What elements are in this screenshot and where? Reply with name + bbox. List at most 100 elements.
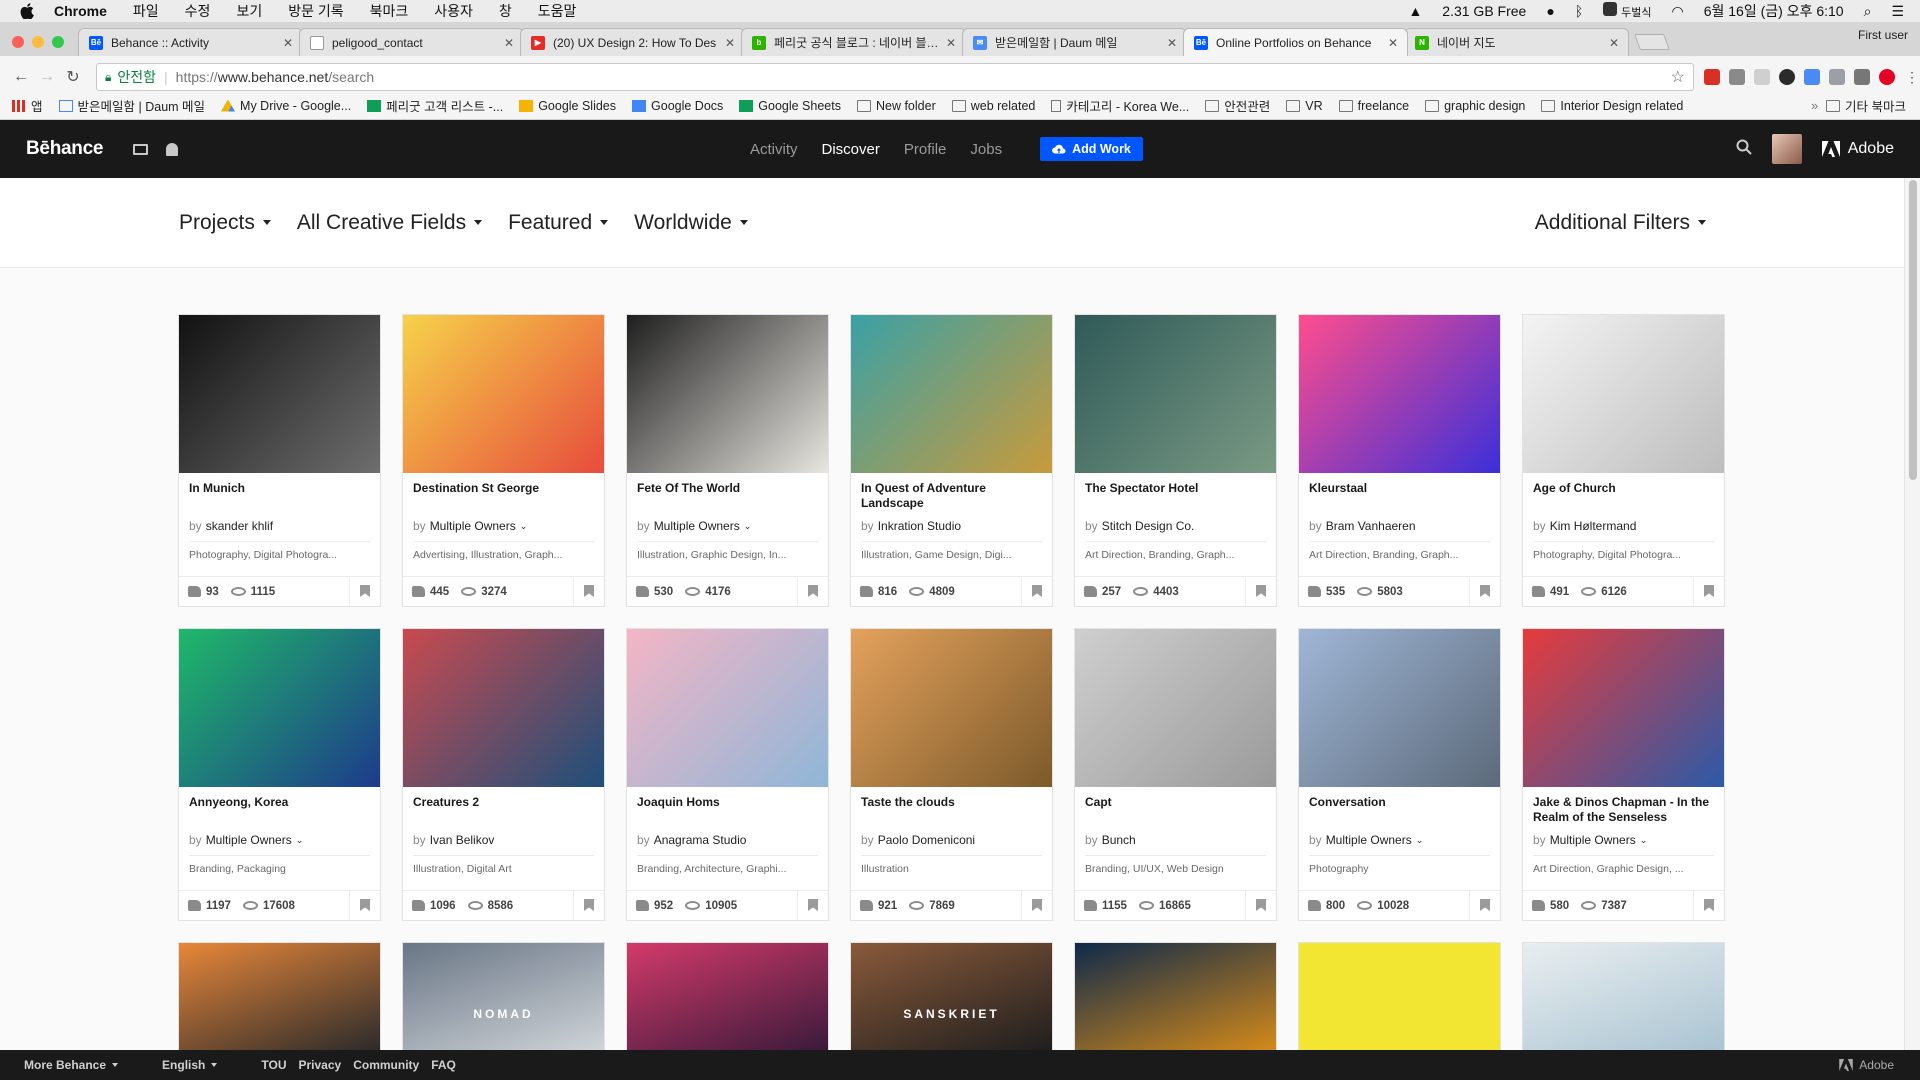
bookmark-folder-interior[interactable]: Interior Design related	[1541, 99, 1683, 113]
bookmark-google-slides[interactable]: Google Slides	[519, 99, 616, 113]
bookmark-icon[interactable]	[1032, 899, 1042, 911]
bell-icon[interactable]	[166, 142, 179, 156]
menu-app-name[interactable]: Chrome	[54, 3, 107, 19]
screen-extension-icon[interactable]	[1829, 69, 1845, 85]
project-thumbnail[interactable]	[403, 629, 604, 787]
project-thumbnail[interactable]	[179, 943, 380, 1050]
project-title[interactable]: In Quest of Adventure Landscape	[851, 481, 1052, 511]
menu-history[interactable]: 방문 기록	[288, 1, 343, 21]
project-thumbnail[interactable]	[1299, 943, 1500, 1050]
nav-activity[interactable]: Activity	[750, 141, 798, 158]
minimize-window-button[interactable]	[32, 36, 44, 48]
project-card[interactable]: The Spectator Hotel by Stitch Design Co. Ar…	[1074, 314, 1277, 607]
project-thumbnail[interactable]: SANSKRIET	[851, 943, 1052, 1050]
project-thumbnail[interactable]	[627, 315, 828, 473]
profile-name[interactable]: First user	[1858, 28, 1908, 42]
reload-icon[interactable]: ↻	[60, 67, 86, 87]
wifi-icon[interactable]: ◠	[1671, 3, 1683, 20]
project-thumbnail[interactable]	[1299, 629, 1500, 787]
close-window-button[interactable]	[12, 36, 24, 48]
bookmark-icon[interactable]	[1256, 899, 1266, 911]
projects-dropdown[interactable]: Projects	[179, 211, 271, 235]
browser-tab[interactable]: b 페리굿 공식 블로그 : 네이버 블로그 ✕	[741, 28, 966, 56]
project-title[interactable]: Jake & Dinos Chapman - In the Realm of t…	[1523, 795, 1724, 825]
bookmark-daum-mail[interactable]: 받은메일함 | Daum 메일	[58, 96, 205, 115]
adobe-link[interactable]: Adobe	[1821, 140, 1894, 158]
back-arrow-icon[interactable]: ←	[8, 68, 34, 86]
chevron-down-icon[interactable]: ⌄	[744, 521, 752, 532]
forward-arrow-icon[interactable]: →	[34, 68, 60, 86]
project-owner[interactable]: by Stitch Design Co.	[1075, 517, 1276, 535]
shield-extension-icon[interactable]	[1854, 69, 1870, 85]
bookmark-icon[interactable]	[1032, 585, 1042, 597]
bookmark-icon[interactable]	[360, 899, 370, 911]
project-card[interactable]: Conversation by Multiple Owners ⌄ Photograph…	[1298, 628, 1501, 921]
bluetooth-icon[interactable]: ᛒ	[1575, 3, 1583, 19]
bookmark-category[interactable]: 카테고리 - Korea We...	[1051, 96, 1189, 115]
nav-discover[interactable]: Discover	[822, 141, 880, 158]
drive-extension-icon[interactable]	[1754, 69, 1770, 85]
more-behance-dropdown[interactable]: More Behance	[24, 1058, 119, 1072]
behance-extension-icon[interactable]	[1804, 69, 1820, 85]
bookmark-other[interactable]: » 기타 북마크	[1811, 96, 1906, 115]
bookmark-icon[interactable]	[360, 585, 370, 597]
close-tab-icon[interactable]: ✕	[1166, 36, 1178, 50]
browser-tab[interactable]: Bē Behance :: Activity ✕	[78, 28, 303, 56]
chevron-down-icon[interactable]: ⌄	[1640, 835, 1648, 846]
project-owner[interactable]: by Multiple Owners ⌄	[1523, 831, 1724, 849]
project-title[interactable]: The Spectator Hotel	[1075, 481, 1276, 511]
project-card[interactable]	[1074, 942, 1277, 1050]
project-title[interactable]: Annyeong, Korea	[179, 795, 380, 825]
chevron-down-icon[interactable]: ⌄	[296, 835, 304, 846]
pinterest-extension-icon[interactable]	[1879, 69, 1895, 85]
chevron-down-icon[interactable]: ⌄	[1416, 835, 1424, 846]
drive-sync-icon[interactable]: ▲	[1408, 3, 1422, 19]
apple-icon[interactable]	[18, 2, 36, 20]
zoom-window-button[interactable]	[52, 36, 64, 48]
lock-icon[interactable]: 🔒︎	[105, 70, 111, 85]
scrollbar-thumb[interactable]	[1909, 180, 1917, 480]
project-title[interactable]: Joaquin Homs	[627, 795, 828, 825]
project-card[interactable]: Kleurstaal by Bram Vanhaeren Art Direction,…	[1298, 314, 1501, 607]
project-thumbnail[interactable]: NOMAD	[403, 943, 604, 1050]
project-title[interactable]: Fete Of The World	[627, 481, 828, 511]
project-owner[interactable]: by Kim Høltermand	[1523, 517, 1724, 535]
project-thumbnail[interactable]	[179, 629, 380, 787]
project-thumbnail[interactable]	[627, 943, 828, 1050]
creative-fields-dropdown[interactable]: All Creative Fields	[297, 211, 483, 235]
bookmark-icon[interactable]	[1704, 899, 1714, 911]
close-tab-icon[interactable]: ✕	[945, 36, 957, 50]
project-thumbnail[interactable]	[627, 629, 828, 787]
project-title[interactable]: Capt	[1075, 795, 1276, 825]
project-owner[interactable]: by Bram Vanhaeren	[1299, 517, 1500, 535]
ime-indicator[interactable]: 두벌식	[1603, 2, 1651, 20]
project-thumbnail[interactable]	[851, 629, 1052, 787]
add-work-button[interactable]: Add Work	[1040, 137, 1143, 161]
close-tab-icon[interactable]: ✕	[1387, 36, 1399, 50]
bookmark-icon[interactable]	[808, 585, 818, 597]
project-card[interactable]	[1522, 942, 1725, 1050]
menu-view[interactable]: 보기	[236, 1, 262, 21]
project-thumbnail[interactable]	[851, 315, 1052, 473]
project-owner[interactable]: by Bunch	[1075, 831, 1276, 849]
footer-link-faq[interactable]: FAQ	[431, 1058, 456, 1072]
project-thumbnail[interactable]	[1075, 315, 1276, 473]
project-card[interactable]: NOMAD	[402, 942, 605, 1050]
page-scrollbar[interactable]	[1904, 178, 1920, 1050]
storage-status[interactable]: 2.31 GB Free	[1442, 3, 1526, 19]
bookmark-apps[interactable]: 앱	[12, 96, 43, 115]
close-tab-icon[interactable]: ✕	[503, 36, 515, 50]
chrome-menu-icon[interactable]: ⋮	[1904, 69, 1920, 85]
language-dropdown[interactable]: English	[162, 1058, 218, 1072]
settings-extension-icon[interactable]	[1729, 69, 1745, 85]
footer-link-tou[interactable]: TOU	[261, 1058, 286, 1072]
bookmark-google-sheets[interactable]: Google Sheets	[739, 99, 841, 113]
footer-link-privacy[interactable]: Privacy	[299, 1058, 342, 1072]
bookmark-icon[interactable]	[1480, 899, 1490, 911]
record-extension-icon[interactable]	[1779, 69, 1795, 85]
project-owner[interactable]: by Inkration Studio	[851, 517, 1052, 535]
project-title[interactable]: Conversation	[1299, 795, 1500, 825]
clock[interactable]: 6월 16일 (금) 오후 6:10	[1704, 1, 1844, 21]
menu-file[interactable]: 파일	[133, 1, 159, 21]
project-owner[interactable]: by Multiple Owners ⌄	[1299, 831, 1500, 849]
